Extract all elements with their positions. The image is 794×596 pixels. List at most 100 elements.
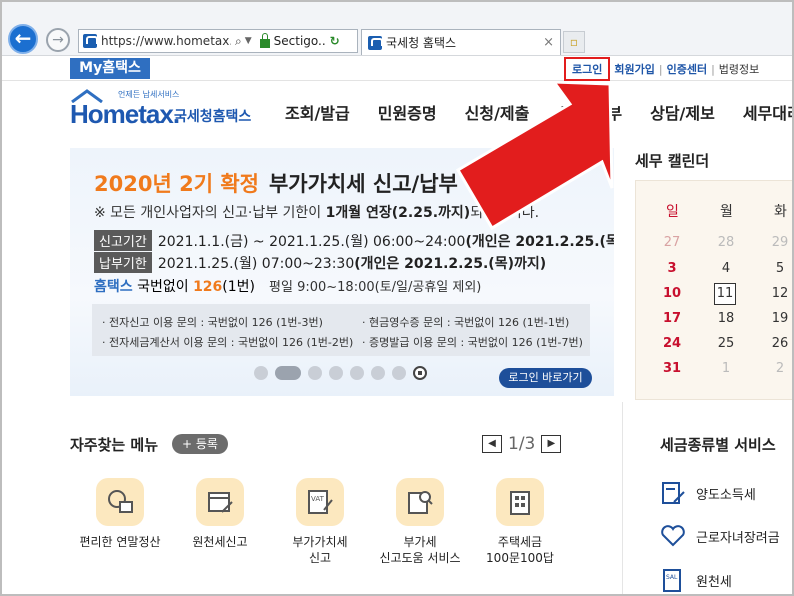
payment-text: 2021.1.25.(월) 07:00~23:30 (157, 255, 355, 272)
chevron-down-icon[interactable]: ▼ (245, 36, 252, 46)
url-text[interactable]: https://www.hometax... (101, 34, 231, 48)
service-label: 근로자녀장려금 (696, 530, 780, 546)
logo-wordmark: Hometax. (70, 99, 180, 129)
back-button[interactable]: ← (8, 24, 38, 54)
tax-services-title: 세금종류별 서비스 (660, 436, 776, 454)
slide-dot[interactable] (392, 366, 406, 380)
note-bold: 1개월 연장(2.25.까지) (325, 205, 471, 221)
nav-filing[interactable]: 신고/납부 (557, 100, 622, 124)
quick-item-withholding[interactable]: 원천세신고 (170, 478, 270, 550)
search-icon[interactable]: ⌕ (235, 34, 242, 49)
slide-dot[interactable] (329, 366, 343, 380)
calendar-day[interactable]: 12 (768, 286, 792, 301)
vat-banner[interactable]: 2020년 2기 확정 부가가치세 신고/납부 ※ 모든 개인사업자의 신고·납부… (70, 148, 614, 396)
calendar-form-icon (196, 478, 244, 526)
service-withholding[interactable]: SAL 원천세 (660, 567, 732, 593)
cert-center-link[interactable]: 인증센터 (663, 61, 711, 77)
service-capital-gains[interactable]: 양도소득세 (660, 480, 756, 506)
nav-certificates[interactable]: 민원증명 (378, 100, 437, 124)
phone-brand: 홈택스 (94, 279, 133, 295)
note-text: ※ 모든 개인사업자의 신고·납부 기한이 (94, 205, 326, 221)
stop-icon[interactable] (413, 366, 427, 380)
site-top-bar: My홈택스 로그인 회원가입 | 인증센터 | 법령정보 (2, 57, 792, 81)
calendar-day[interactable]: 31 (660, 361, 684, 376)
inquiry-line: · 증명발급 이용 문의 : 국번없이 126 (1번-7번) (362, 336, 583, 349)
my-hometax-button[interactable]: My홈택스 (70, 58, 150, 79)
calendar-day[interactable]: 29 (768, 235, 792, 250)
slide-dot[interactable] (254, 366, 268, 380)
login-shortcut-button[interactable]: 로그인 바로가기 (499, 368, 592, 388)
add-favorite-button[interactable]: + 등록 (172, 434, 228, 454)
tab-close-icon[interactable]: × (543, 35, 554, 50)
nav-apply[interactable]: 신청/제출 (465, 100, 530, 124)
quick-item-year-end[interactable]: 편리한 연말정산 (70, 478, 170, 550)
browser-toolbar: ← → https://www.hometax... ⌕ ▼ Sectigo..… (2, 2, 792, 56)
lock-icon[interactable] (259, 32, 270, 48)
hometax-logo[interactable]: 언제든 납세서비스 Hometax. 국세청홈택스 (70, 89, 251, 129)
slide-dot[interactable] (350, 366, 364, 380)
quick-item-label: 부가가치세 (292, 535, 348, 549)
payment-label: 납부기한 (94, 252, 152, 273)
slide-dot[interactable] (371, 366, 385, 380)
quick-item-label-2: 100문100답 (486, 551, 554, 565)
phone-post: (1번) (222, 279, 256, 295)
quick-item-vat[interactable]: VAT 부가가치세 신고 (270, 478, 370, 566)
quick-item-label-2: 신고도움 서비스 (379, 551, 461, 565)
banner-note: ※ 모든 개인사업자의 신고·납부 기한이 1개월 연장(2.25.까지)되었습… (94, 202, 539, 222)
next-page-button[interactable]: ▶ (541, 435, 562, 453)
filing-label: 신고기간 (94, 230, 152, 251)
phone-number: 126 (193, 279, 223, 295)
slide-dot-active[interactable] (275, 366, 301, 380)
new-tab-icon[interactable]: ▫ (563, 31, 585, 53)
signup-link[interactable]: 회원가입 (610, 61, 658, 77)
search-document-icon (396, 478, 444, 526)
forward-button[interactable]: → (46, 28, 70, 52)
login-link[interactable]: 로그인 (564, 57, 611, 81)
browser-tab[interactable]: 국세청 홈택스 × (361, 29, 561, 55)
refresh-icon[interactable]: ↻ (330, 34, 340, 48)
calendar-day[interactable]: 25 (714, 336, 738, 351)
inquiry-box: · 전자신고 이용 문의 : 국번없이 126 (1번-3번) · 현금영수증 … (92, 304, 590, 356)
tab-title: 국세청 홈택스 (386, 36, 457, 50)
law-info-link[interactable]: 법령정보 (715, 61, 763, 77)
inquiry-line: · 현금영수증 문의 : 국번없이 126 (1번-1번) (362, 316, 570, 329)
browser-window: ← → https://www.hometax... ⌕ ▼ Sectigo..… (0, 0, 794, 596)
filing-text: 2021.1.1.(금) ~ 2021.1.25.(월) 06:00~24:00 (157, 233, 466, 250)
nav-agent[interactable]: 세무대리 (743, 100, 792, 124)
calendar-day[interactable]: 3 (660, 261, 684, 276)
prev-page-button[interactable]: ◀ (482, 435, 502, 453)
calendar-day[interactable]: 19 (768, 311, 792, 326)
calendar-day[interactable]: 27 (660, 235, 684, 250)
nav-inquiry[interactable]: 조회/발급 (285, 100, 350, 124)
banner-title-desc: 부가가치세 신고/납부 (268, 172, 458, 196)
calendar-day[interactable]: 11 (714, 283, 736, 305)
banner-title-period: 2020년 2기 확정 (94, 172, 259, 196)
inquiry-line: · 전자세금계산서 이용 문의 : 국번없이 126 (1번-2번) (102, 336, 354, 349)
calendar-day[interactable]: 2 (768, 361, 792, 376)
top-links: 로그인 회원가입 | 인증센터 | 법령정보 (564, 57, 763, 81)
quick-item-label: 주택세금 (497, 535, 543, 549)
calendar-day[interactable]: 4 (714, 261, 738, 276)
svg-text:SAL: SAL (666, 574, 678, 581)
slide-dot[interactable] (308, 366, 322, 380)
calendar-day[interactable]: 28 (714, 235, 738, 250)
filing-bold: (개인은 2021.2.25.(목)까지) (465, 233, 614, 250)
calendar-day[interactable]: 17 (660, 311, 684, 326)
service-earned-income[interactable]: 근로자녀장려금 (660, 523, 780, 549)
column-divider (622, 402, 623, 594)
nav-consult[interactable]: 상담/제보 (650, 100, 715, 124)
calendar-day[interactable]: 10 (660, 286, 684, 301)
tax-calendar: 일 월 화 27 28 29 3 4 5 10 11 12 17 18 19 24 25 26 31 1 2 (635, 180, 792, 400)
calendar-day[interactable]: 24 (660, 336, 684, 351)
address-bar[interactable]: https://www.hometax... ⌕ ▼ Sectigo... ↻ (78, 29, 358, 53)
quick-item-label: 편리한 연말정산 (79, 535, 161, 549)
quick-item-vat-help[interactable]: 부가세 신고도움 서비스 (370, 478, 470, 566)
calendar-day[interactable]: 5 (768, 261, 792, 276)
calendar-day[interactable]: 26 (768, 336, 792, 351)
quick-item-housing-tax[interactable]: 주택세금 100문100답 (470, 478, 570, 566)
payment-deadline-row: 납부기한 2021.1.25.(월) 07:00~23:30 (개인은 2021… (94, 252, 546, 273)
calendar-day[interactable]: 18 (714, 311, 738, 326)
certificate-label[interactable]: Sectigo... (274, 34, 326, 48)
calendar-day[interactable]: 1 (714, 361, 738, 376)
service-label: 원천세 (696, 574, 732, 590)
